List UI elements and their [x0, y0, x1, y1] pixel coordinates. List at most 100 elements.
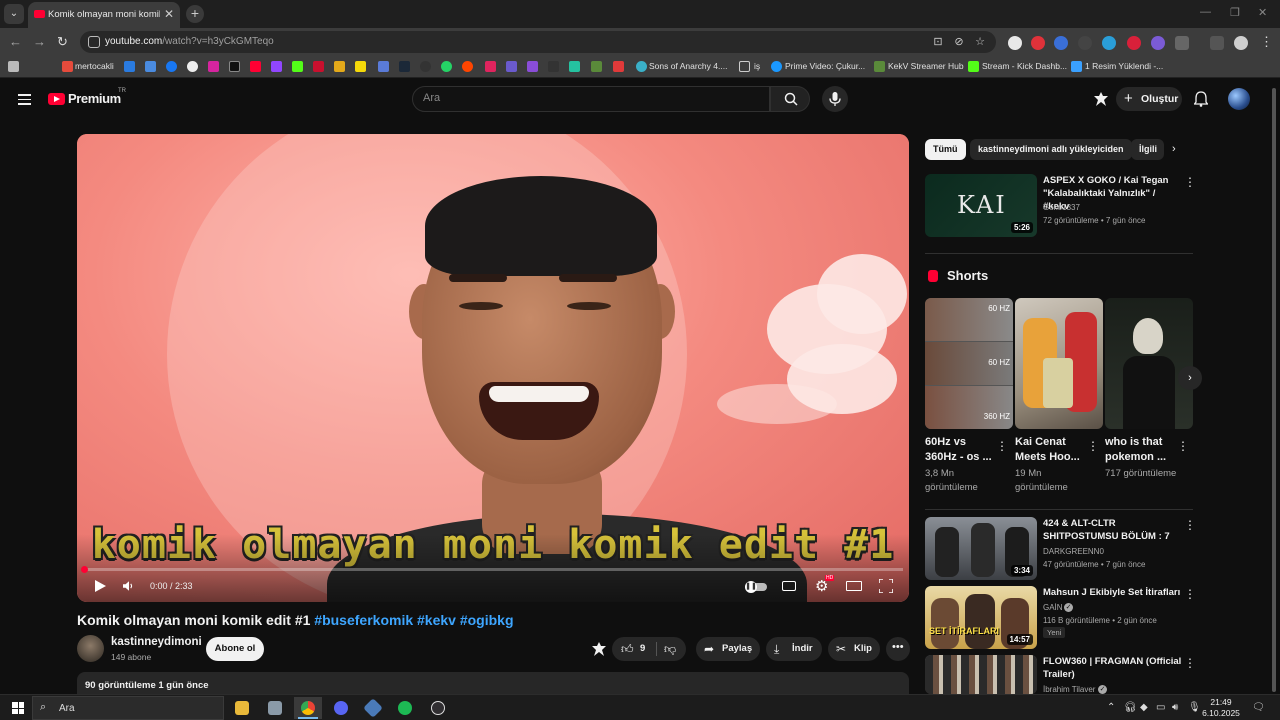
short-title[interactable]: who is that pokemon ...	[1105, 435, 1177, 465]
kick-icon[interactable]	[292, 61, 303, 72]
tab-active[interactable]: Komik olmayan moni komik edit #1 #bu ✕	[28, 2, 180, 28]
video-thumbnail[interactable]: 3:34	[925, 517, 1037, 580]
youtube-icon[interactable]	[250, 61, 261, 72]
forward-arrow-icon[interactable]: →	[33, 34, 46, 49]
back-arrow-icon[interactable]: ←	[9, 34, 22, 49]
short-thumbnail[interactable]	[1105, 298, 1193, 429]
progress-bar[interactable]	[83, 568, 903, 571]
extension-icon[interactable]	[1078, 36, 1092, 50]
extensions-puzzle-icon[interactable]	[1175, 36, 1189, 50]
hashtag-link[interactable]: #ogibkg	[460, 612, 514, 628]
extension-icon[interactable]	[1054, 36, 1068, 50]
chevron-right-icon[interactable]: ›	[1172, 143, 1176, 155]
like-count[interactable]: 9	[640, 643, 645, 654]
bookmark-icon[interactable]	[506, 61, 517, 72]
volume-icon[interactable]	[123, 580, 135, 592]
close-window-icon[interactable]: ✕	[1258, 6, 1267, 19]
bookmark-icon[interactable]	[591, 61, 602, 72]
clip-button[interactable]: ✂ Klip	[828, 637, 880, 661]
headset-icon[interactable]: 🎧︎	[1124, 702, 1137, 713]
bookmark-prime-video[interactable]: Prime Video: Çukur...	[785, 61, 865, 71]
youtube-logo-text[interactable]: Premium	[68, 91, 121, 106]
facebook-icon[interactable]	[166, 61, 177, 72]
search-button[interactable]	[770, 86, 810, 112]
eye-off-icon[interactable]: ⊘	[953, 36, 965, 48]
adblock-extension-icon[interactable]	[1031, 36, 1045, 50]
chrome-app[interactable]	[294, 697, 322, 719]
progress-scrubber[interactable]	[81, 566, 88, 573]
bookmark-folder-is[interactable]: iş	[754, 61, 760, 71]
bookmark-icon[interactable]	[124, 61, 135, 72]
bookmark-icon[interactable]	[145, 61, 156, 72]
video-title-link[interactable]: Mahsun J Ekibiyle Set İtirafları	[1043, 586, 1183, 599]
bookmark-icon[interactable]	[334, 61, 345, 72]
fullscreen-icon[interactable]	[879, 579, 893, 593]
whatsapp-icon[interactable]	[441, 61, 452, 72]
chrome-menu-icon[interactable]: ⋮	[1260, 34, 1273, 50]
channel-avatar[interactable]	[77, 635, 104, 662]
bookmark-icon[interactable]	[527, 61, 538, 72]
search-input[interactable]	[423, 92, 723, 104]
url-text[interactable]: youtube.com/watch?v=h3yCkGMTeqo	[105, 36, 274, 47]
voice-search-button[interactable]	[822, 86, 848, 112]
shield-extension-icon[interactable]	[1151, 36, 1165, 50]
chip-related[interactable]: İlgili	[1131, 139, 1164, 160]
more-vertical-icon[interactable]: ⋮	[1184, 656, 1196, 670]
network-icon[interactable]: ▭	[1156, 702, 1165, 713]
hashtag-link[interactable]: #buseferkomik	[314, 612, 413, 628]
more-vertical-icon[interactable]: ⋮	[1184, 175, 1196, 189]
dislike-thumb-icon[interactable]: 👎︎	[664, 642, 676, 657]
more-vertical-icon[interactable]: ⋮	[1177, 439, 1189, 453]
microphone-icon[interactable]: 🎙︎	[1188, 702, 1201, 713]
like-thumb-icon[interactable]: 👍︎	[621, 642, 634, 657]
tab-search-button[interactable]: ⌄	[4, 4, 24, 24]
taskbar-search[interactable]: ⌕ Ara	[32, 696, 224, 720]
bookmark-kekv-streamer-hub[interactable]: KekV Streamer Hub	[888, 61, 964, 71]
bookmark-sons-of-anarchy[interactable]: Sons of Anarchy 4....	[649, 61, 727, 71]
shorts-next-arrow-icon[interactable]: ›	[1178, 366, 1202, 390]
short-title[interactable]: 60Hz vs 360Hz - os ...	[925, 435, 997, 465]
channel-name[interactable]: DARKGREENN0	[1043, 546, 1191, 557]
address-bar[interactable]: youtube.com/watch?v=h3yCkGMTeqo ⊡ ⊘ ☆	[80, 31, 996, 53]
twitch-icon[interactable]	[271, 61, 282, 72]
bookmark-star-icon[interactable]: ☆	[974, 36, 986, 48]
more-vertical-icon[interactable]: ⋮	[1087, 439, 1099, 453]
spotify-app[interactable]	[391, 697, 419, 719]
share-button[interactable]: ➦ Paylaş	[696, 637, 760, 661]
tray-app-icon[interactable]: ◆	[1140, 702, 1148, 713]
tray-expand-icon[interactable]: ⌃	[1107, 702, 1115, 713]
minimize-icon[interactable]: —	[1200, 6, 1211, 18]
site-info-icon[interactable]	[88, 36, 100, 48]
calculator-app[interactable]	[261, 697, 289, 719]
tab-close-icon[interactable]: ✕	[164, 7, 174, 21]
hashtag-link[interactable]: #kekv	[417, 612, 456, 628]
file-explorer-app[interactable]	[228, 697, 256, 719]
install-app-icon[interactable]: ⊡	[932, 36, 944, 48]
bookmark-icon[interactable]	[378, 61, 389, 72]
search-box[interactable]	[412, 86, 770, 112]
youtube-logo-icon[interactable]	[48, 93, 65, 105]
video-title-link[interactable]: FLOW360 | FRAGMAN (Official Trailer)	[1043, 655, 1183, 681]
video-thumbnail[interactable]: KAI 5:26	[925, 174, 1037, 237]
play-icon[interactable]	[95, 580, 106, 592]
page-scrollbar[interactable]	[1272, 88, 1276, 692]
profile-avatar-icon[interactable]	[1234, 36, 1248, 50]
bookmark-icon[interactable]	[613, 61, 624, 72]
bookmark-icon[interactable]	[355, 61, 366, 72]
video-title-link[interactable]: 424 & ALT-CLTR SHITPOSTUMSU BÖLÜM : 7	[1043, 517, 1183, 543]
video-thumbnail[interactable]: SET İTİRAFLARI 14:57	[925, 586, 1037, 649]
obs-app[interactable]	[424, 697, 452, 719]
chip-all[interactable]: Tümü	[925, 139, 966, 160]
premium-jam-icon[interactable]	[591, 641, 607, 657]
account-avatar[interactable]	[1228, 88, 1250, 110]
google-icon[interactable]	[187, 61, 198, 72]
more-vertical-icon[interactable]: ⋮	[996, 439, 1008, 453]
bookmark-icon[interactable]	[485, 61, 496, 72]
new-tab-button[interactable]: +	[186, 5, 204, 23]
maximize-icon[interactable]: ❐	[1230, 6, 1240, 19]
short-thumbnail[interactable]	[1015, 298, 1103, 429]
theater-mode-icon[interactable]	[846, 581, 862, 591]
video-player[interactable]: komik olmayan moni komik edit #1 0:00 / …	[77, 134, 909, 602]
channel-name[interactable]: Goko1337	[1043, 202, 1191, 213]
steam-icon[interactable]	[399, 61, 410, 72]
